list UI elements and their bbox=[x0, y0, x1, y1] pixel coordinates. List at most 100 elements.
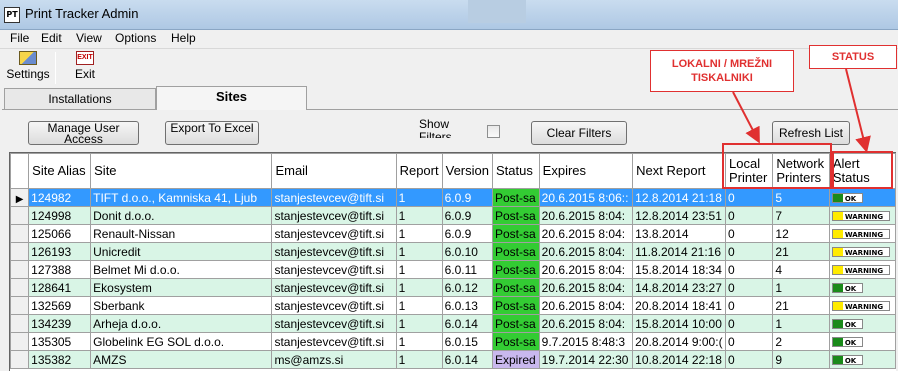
column-header-next-report[interactable]: Next Report bbox=[632, 153, 727, 189]
row-header[interactable] bbox=[10, 260, 30, 279]
cell-status[interactable]: Post-sa bbox=[491, 242, 540, 261]
cell-next-report[interactable]: 15.8.2014 18:34 bbox=[632, 260, 727, 279]
cell-alert-status[interactable]: OK bbox=[828, 188, 896, 207]
cell-site-alias[interactable]: 135305 bbox=[28, 332, 92, 351]
cell-report[interactable]: 1 bbox=[395, 260, 443, 279]
cell-local-printer[interactable]: 0 bbox=[725, 350, 774, 369]
cell-local-printer[interactable]: 0 bbox=[725, 224, 774, 243]
cell-expires[interactable]: 20.6.2015 8:04: bbox=[538, 296, 634, 315]
row-header[interactable] bbox=[10, 314, 30, 333]
cell-report[interactable]: 1 bbox=[395, 278, 443, 297]
cell-alert-status[interactable]: OK bbox=[828, 332, 896, 351]
table-row[interactable]: 124998 Donit d.o.o. stanjestevcev@tift.si 1… bbox=[10, 206, 896, 225]
cell-email[interactable]: ms@amzs.si bbox=[271, 350, 397, 369]
cell-site-alias[interactable]: 135382 bbox=[28, 350, 92, 369]
cell-site[interactable]: Donit d.o.o. bbox=[90, 206, 273, 225]
cell-network-printers[interactable]: 4 bbox=[772, 260, 830, 279]
cell-network-printers[interactable]: 2 bbox=[772, 332, 830, 351]
cell-version[interactable]: 6.0.9 bbox=[441, 188, 493, 207]
table-row[interactable]: 125066 Renault-Nissan stanjestevcev@tift.s… bbox=[10, 224, 896, 243]
table-row[interactable]: 128641 Ekosystem stanjestevcev@tift.si 1 6.0… bbox=[10, 278, 896, 297]
cell-email[interactable]: stanjestevcev@tift.si bbox=[271, 332, 397, 351]
cell-network-printers[interactable]: 5 bbox=[772, 188, 830, 207]
cell-status[interactable]: Post-sa bbox=[491, 206, 540, 225]
cell-alert-status[interactable]: WARNING bbox=[828, 224, 896, 243]
cell-status[interactable]: Post-sa bbox=[491, 278, 540, 297]
refresh-list-button[interactable]: Refresh List bbox=[772, 121, 850, 145]
table-row[interactable]: 134239 Arheja d.o.o. stanjestevcev@tift.si… bbox=[10, 314, 896, 333]
cell-expires[interactable]: 20.6.2015 8:04: bbox=[538, 278, 634, 297]
cell-status[interactable]: Post-sa bbox=[491, 314, 540, 333]
cell-local-printer[interactable]: 0 bbox=[725, 188, 774, 207]
row-header[interactable] bbox=[10, 350, 30, 369]
cell-site[interactable]: TIFT d.o.o., Kamniska 41, Ljub bbox=[90, 188, 273, 207]
cell-alert-status[interactable]: WARNING bbox=[828, 242, 896, 261]
cell-network-printers[interactable]: 21 bbox=[772, 242, 830, 261]
cell-site-alias[interactable]: 132569 bbox=[28, 296, 92, 315]
cell-alert-status[interactable]: WARNING bbox=[828, 296, 896, 315]
cell-site[interactable]: Ekosystem bbox=[90, 278, 273, 297]
column-header-report[interactable]: Report bbox=[395, 153, 443, 189]
cell-expires[interactable]: 20.6.2015 8:04: bbox=[538, 260, 634, 279]
cell-next-report[interactable]: 15.8.2014 10:00 bbox=[632, 314, 727, 333]
menu-view[interactable]: View bbox=[76, 31, 102, 45]
cell-expires[interactable]: 20.6.2015 8:04: bbox=[538, 224, 634, 243]
row-header[interactable] bbox=[10, 332, 30, 351]
cell-email[interactable]: stanjestevcev@tift.si bbox=[271, 224, 397, 243]
exit-button[interactable]: EXIT Exit bbox=[72, 51, 98, 81]
cell-local-printer[interactable]: 0 bbox=[725, 332, 774, 351]
cell-site-alias[interactable]: 124982 bbox=[28, 188, 92, 207]
cell-next-report[interactable]: 10.8.2014 22:18 bbox=[632, 350, 727, 369]
show-filters-checkbox[interactable] bbox=[487, 125, 500, 138]
cell-network-printers[interactable]: 9 bbox=[772, 350, 830, 369]
cell-local-printer[interactable]: 0 bbox=[725, 314, 774, 333]
cell-version[interactable]: 6.0.14 bbox=[441, 314, 493, 333]
row-header[interactable] bbox=[10, 278, 30, 297]
row-header[interactable] bbox=[10, 296, 30, 315]
cell-status[interactable]: Expired bbox=[491, 350, 540, 369]
table-row[interactable]: 132569 Sberbank stanjestevcev@tift.si 1 6.0.… bbox=[10, 296, 896, 315]
table-row[interactable]: 135382 AMZS ms@amzs.si 1 6.0.14 Expired 19.7.2… bbox=[10, 350, 896, 369]
cell-local-printer[interactable]: 0 bbox=[725, 242, 774, 261]
menu-file[interactable]: File bbox=[10, 31, 29, 45]
cell-report[interactable]: 1 bbox=[395, 314, 443, 333]
menu-edit[interactable]: Edit bbox=[41, 31, 62, 45]
cell-report[interactable]: 1 bbox=[395, 242, 443, 261]
cell-next-report[interactable]: 13.8.2014 bbox=[632, 224, 727, 243]
cell-version[interactable]: 6.0.15 bbox=[441, 332, 493, 351]
tab-installations[interactable]: Installations bbox=[4, 88, 156, 110]
cell-email[interactable]: stanjestevcev@tift.si bbox=[271, 260, 397, 279]
cell-network-printers[interactable]: 1 bbox=[772, 278, 830, 297]
cell-report[interactable]: 1 bbox=[395, 296, 443, 315]
cell-alert-status[interactable]: WARNING bbox=[828, 206, 896, 225]
cell-network-printers[interactable]: 12 bbox=[772, 224, 830, 243]
cell-report[interactable]: 1 bbox=[395, 188, 443, 207]
cell-local-printer[interactable]: 0 bbox=[725, 278, 774, 297]
cell-local-printer[interactable]: 0 bbox=[725, 206, 774, 225]
cell-email[interactable]: stanjestevcev@tift.si bbox=[271, 314, 397, 333]
cell-next-report[interactable]: 20.8.2014 18:41 bbox=[632, 296, 727, 315]
column-header-status[interactable]: Status bbox=[491, 153, 540, 189]
cell-report[interactable]: 1 bbox=[395, 206, 443, 225]
row-header[interactable] bbox=[10, 242, 30, 261]
cell-site[interactable]: Arheja d.o.o. bbox=[90, 314, 273, 333]
cell-site-alias[interactable]: 128641 bbox=[28, 278, 92, 297]
menu-help[interactable]: Help bbox=[171, 31, 196, 45]
cell-site[interactable]: Belmet Mi d.o.o. bbox=[90, 260, 273, 279]
settings-button[interactable]: Settings bbox=[5, 51, 51, 81]
column-header-email[interactable]: Email bbox=[271, 153, 397, 189]
cell-alert-status[interactable]: OK bbox=[828, 350, 896, 369]
cell-version[interactable]: 6.0.9 bbox=[441, 224, 493, 243]
tab-sites[interactable]: Sites bbox=[156, 86, 307, 110]
cell-site-alias[interactable]: 124998 bbox=[28, 206, 92, 225]
cell-site-alias[interactable]: 134239 bbox=[28, 314, 92, 333]
table-row[interactable]: 126193 Unicredit stanjestevcev@tift.si 1 6.0… bbox=[10, 242, 896, 261]
cell-expires[interactable]: 20.6.2015 8:04: bbox=[538, 242, 634, 261]
cell-expires[interactable]: 19.7.2014 22:30 bbox=[538, 350, 634, 369]
cell-site[interactable]: Renault-Nissan bbox=[90, 224, 273, 243]
cell-network-printers[interactable]: 7 bbox=[772, 206, 830, 225]
table-row[interactable]: 135305 Globelink EG SOL d.o.o. stanjestevc… bbox=[10, 332, 896, 351]
cell-expires[interactable]: 20.6.2015 8:06:: bbox=[538, 188, 634, 207]
cell-expires[interactable]: 9.7.2015 8:48:3 bbox=[538, 332, 634, 351]
cell-next-report[interactable]: 12.8.2014 23:51 bbox=[632, 206, 727, 225]
